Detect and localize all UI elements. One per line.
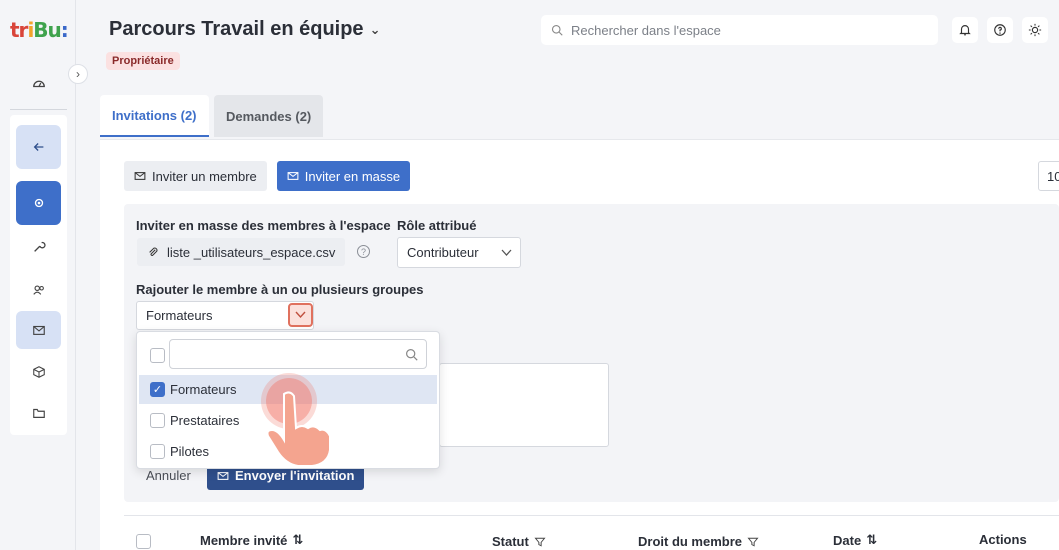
checkbox[interactable] xyxy=(150,444,165,459)
tribu-logo[interactable]: triBu: xyxy=(10,18,69,42)
gear-icon xyxy=(34,198,43,208)
arrow-left-icon xyxy=(33,143,43,151)
bell-icon xyxy=(959,25,971,36)
folder-icon xyxy=(32,408,45,418)
pointing-hand-icon xyxy=(266,391,331,467)
members-button[interactable] xyxy=(16,268,61,312)
group-option-label: Formateurs xyxy=(170,382,237,397)
mail-icon xyxy=(217,471,229,480)
page-title[interactable]: Parcours Travail en équipe ⌄ xyxy=(109,18,380,41)
logo-part: tr xyxy=(10,18,28,42)
sun-icon xyxy=(1028,23,1042,37)
invite-bulk-button[interactable]: Inviter en masse xyxy=(276,161,411,191)
help-circle-icon[interactable]: ? xyxy=(357,245,370,258)
invitations-button[interactable] xyxy=(16,311,61,349)
mail-icon xyxy=(134,172,146,180)
message-textarea[interactable] xyxy=(439,363,609,447)
back-button[interactable] xyxy=(16,125,61,169)
column-member[interactable]: Membre invité ⇅ xyxy=(200,532,303,548)
logo-part: Bu xyxy=(33,18,62,42)
files-button[interactable] xyxy=(16,391,61,435)
notifications-button[interactable] xyxy=(952,17,978,43)
paperclip-icon xyxy=(149,247,158,256)
column-status[interactable]: Statut xyxy=(492,534,546,549)
column-actions: Actions xyxy=(979,532,1027,547)
group-option-label: Pilotes xyxy=(170,444,210,459)
mail-icon xyxy=(287,172,299,180)
logo-part: : xyxy=(60,18,69,42)
mail-icon xyxy=(32,325,45,335)
column-label: Membre invité xyxy=(200,532,288,548)
tools-button[interactable] xyxy=(16,225,61,269)
bulk-invite-label: Inviter en masse des membres à l'espace xyxy=(136,218,391,233)
tab-demandes[interactable]: Demandes (2) xyxy=(214,95,324,137)
groups-search-field[interactable] xyxy=(169,339,427,369)
chevron-down-icon xyxy=(501,249,512,256)
search-input[interactable] xyxy=(571,22,911,38)
role-select[interactable]: Contributeur xyxy=(397,237,521,268)
gauge-icon xyxy=(32,80,45,88)
select-all-rows-checkbox[interactable] xyxy=(136,534,151,549)
cancel-button[interactable]: Annuler xyxy=(146,468,191,483)
role-badge: Propriétaire xyxy=(106,52,180,70)
column-rights[interactable]: Droit du membre xyxy=(638,534,759,549)
sort-icon: ⇅ xyxy=(292,532,304,547)
select-all-checkbox[interactable] xyxy=(150,348,165,363)
chevron-down-icon xyxy=(295,311,306,319)
dashboard-button[interactable] xyxy=(16,61,61,105)
csv-file-chip[interactable]: liste _utilisateurs_espace.csv xyxy=(137,238,346,266)
users-icon xyxy=(32,285,44,295)
checkbox[interactable] xyxy=(150,413,165,428)
groups-select-value: Formateurs xyxy=(146,308,213,323)
space-search xyxy=(541,15,938,45)
left-rail: triBu: xyxy=(0,0,76,550)
tab-invitations[interactable]: Invitations (2) xyxy=(100,95,209,137)
modules-button[interactable] xyxy=(16,350,61,394)
filter-icon xyxy=(747,537,759,547)
groups-dropdown-toggle[interactable] xyxy=(288,303,313,327)
filter-icon xyxy=(534,537,546,547)
settings-button[interactable] xyxy=(16,181,61,225)
column-label: Actions xyxy=(979,532,1027,547)
expand-rail-button[interactable]: › xyxy=(68,64,88,84)
invite-toolbar: Inviter un membre Inviter en masse xyxy=(124,161,411,191)
send-invitation-label: Envoyer l'invitation xyxy=(235,468,355,483)
role-label: Rôle attribué xyxy=(397,218,477,233)
search-icon xyxy=(406,349,418,361)
page-title-text: Parcours Travail en équipe xyxy=(109,18,364,40)
chevron-right-icon: › xyxy=(76,67,80,81)
help-icon xyxy=(994,24,1006,36)
search-icon xyxy=(551,24,563,36)
cube-icon xyxy=(32,366,45,378)
invite-member-label: Inviter un membre xyxy=(152,168,257,184)
column-date[interactable]: Date ⇅ xyxy=(833,532,877,548)
checkbox-checked[interactable]: ✓ xyxy=(150,382,165,397)
group-option-label: Prestataires xyxy=(170,413,240,428)
chevron-down-icon: ⌄ xyxy=(369,21,381,37)
rail-divider xyxy=(10,109,67,110)
role-select-value: Contributeur xyxy=(407,245,479,260)
column-label: Date xyxy=(833,532,862,548)
groups-label: Rajouter le membre à un ou plusieurs gro… xyxy=(136,282,424,297)
invite-member-button[interactable]: Inviter un membre xyxy=(124,161,267,191)
column-label: Droit du membre xyxy=(638,534,743,549)
wrench-icon xyxy=(33,241,46,252)
invite-bulk-label: Inviter en masse xyxy=(304,168,401,184)
csv-file-name: liste _utilisateurs_espace.csv xyxy=(167,244,336,260)
page-size-select[interactable]: 10 xyxy=(1038,161,1059,191)
column-label: Statut xyxy=(492,534,529,549)
theme-toggle-button[interactable] xyxy=(1022,17,1048,43)
help-button[interactable] xyxy=(987,17,1013,43)
invitations-table-header: Membre invité ⇅ Statut Droit du membre D… xyxy=(124,515,1059,550)
sort-icon: ⇅ xyxy=(866,532,878,547)
